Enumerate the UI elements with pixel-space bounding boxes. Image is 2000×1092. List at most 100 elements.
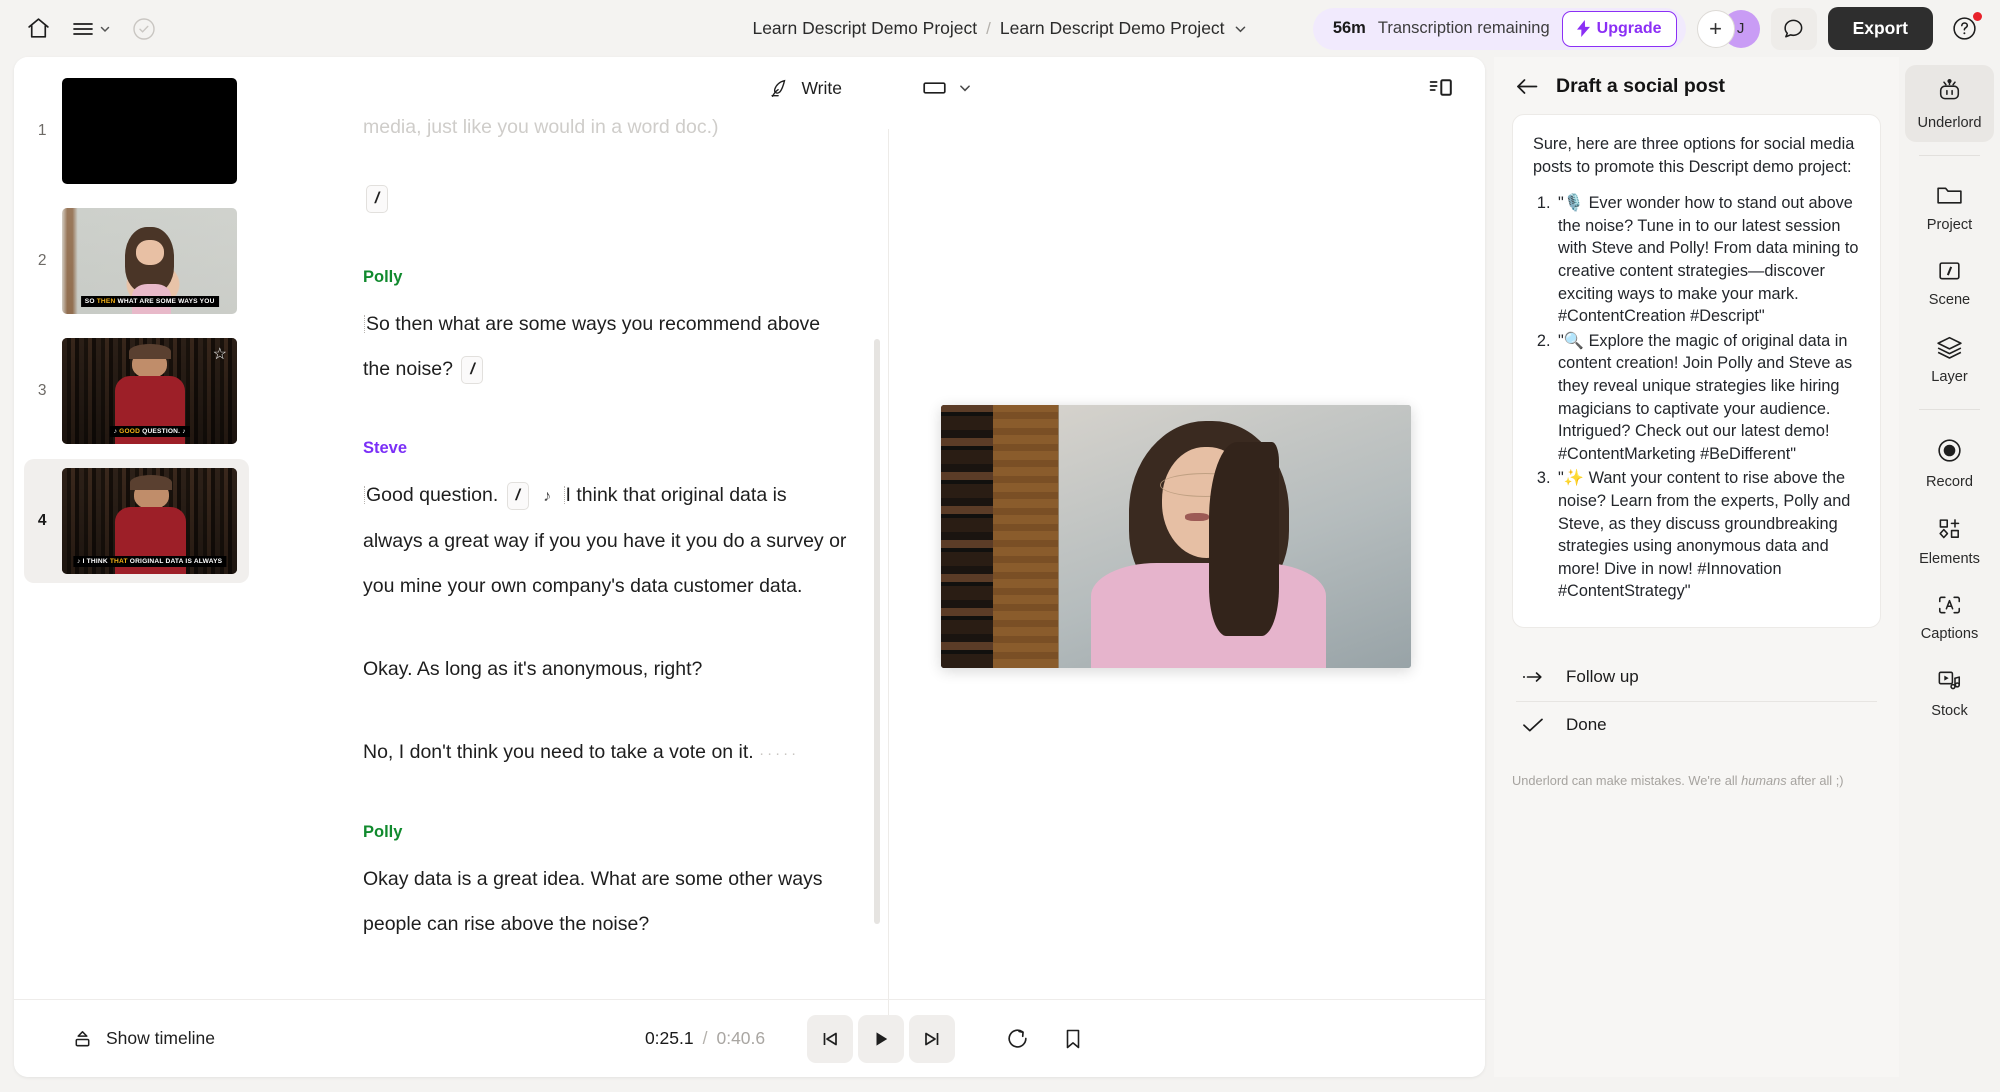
list-item[interactable]: 2 SO THEN WHAT ARE SOME WAYS YOU xyxy=(24,199,249,323)
transcript-editor[interactable]: Write media, just like you would in a wo… xyxy=(257,57,889,1077)
sidebar-item-underlord[interactable]: Underlord xyxy=(1905,65,1994,142)
transcript-body[interactable]: media, just like you would in a word doc… xyxy=(257,105,889,947)
sidebar-item-captions[interactable]: Captions xyxy=(1905,580,1994,653)
write-button[interactable]: Write xyxy=(756,70,854,106)
top-bar: Learn Descript Demo Project / Learn Desc… xyxy=(0,0,2000,57)
arrow-follow-up-icon xyxy=(1522,670,1544,684)
layers-icon xyxy=(1935,334,1964,360)
video-preview[interactable] xyxy=(941,405,1411,668)
sidebar-item-label: Stock xyxy=(1931,703,1968,719)
bookmark-icon[interactable] xyxy=(1056,1021,1090,1057)
transcript-paragraph[interactable]: No, I don't think you need to take a vot… xyxy=(363,730,849,776)
scene-slash-icon xyxy=(1935,259,1964,283)
aspect-ratio-selector[interactable] xyxy=(915,74,980,102)
follow-up-button[interactable]: Follow up xyxy=(1512,654,1881,701)
list-item[interactable]: 4 ♪ I THINK THAT ORIGINAL DATA IS ALWAYS xyxy=(24,459,249,583)
breadcrumb: Learn Descript Demo Project / Learn Desc… xyxy=(752,18,1247,39)
sidebar-item-layer[interactable]: Layer xyxy=(1905,321,1994,396)
timeline-expand-icon xyxy=(72,1029,93,1049)
divider xyxy=(1919,409,1980,410)
thumbnail-image[interactable] xyxy=(62,78,237,184)
captions-a-icon xyxy=(1935,593,1964,617)
speaker-label[interactable]: Steve xyxy=(363,426,849,471)
breadcrumb-project[interactable]: Learn Descript Demo Project xyxy=(752,18,977,39)
upgrade-button[interactable]: Upgrade xyxy=(1561,10,1677,47)
scene-thumbnail-strip[interactable]: 1 2 SO THEN WHAT ARE SOME WAYS YOU 3 ☆ ♪… xyxy=(14,57,257,1077)
scene-chip[interactable]: / xyxy=(506,481,529,510)
descript-editor-window: Learn Descript Demo Project / Learn Desc… xyxy=(0,0,2000,1092)
help-button[interactable] xyxy=(1944,9,1984,49)
ai-intro-text: Sure, here are three options for social … xyxy=(1533,135,1855,176)
arrow-left-icon[interactable] xyxy=(1516,78,1538,95)
transcript-scrollbar[interactable] xyxy=(874,339,880,924)
list-item: "✨ Want your content to rise above the n… xyxy=(1555,467,1860,603)
transcript-paragraph[interactable]: So then what are some ways you recommend… xyxy=(363,302,849,392)
record-circle-icon xyxy=(1935,436,1964,465)
transcript-text: Okay. As long as it's anonymous, right? xyxy=(363,658,703,680)
thumbnail-image[interactable]: ♪ I THINK THAT ORIGINAL DATA IS ALWAYS xyxy=(62,468,237,574)
list-item: "🔍 Explore the magic of original data in… xyxy=(1555,330,1860,466)
video-canvas-panel xyxy=(889,57,1485,1077)
add-collaborator-button[interactable]: + xyxy=(1696,9,1735,48)
skip-to-start-icon[interactable] xyxy=(807,1014,854,1063)
transcript-text: Okay data is a great idea. What are some… xyxy=(363,868,823,935)
scene-chip[interactable]: / xyxy=(461,355,484,384)
transcript-paragraph[interactable]: Good question. / ♪ I think that original… xyxy=(363,473,849,609)
play-icon[interactable] xyxy=(858,1014,905,1063)
list-item[interactable]: 1 xyxy=(24,69,249,193)
check-circle-icon[interactable] xyxy=(124,9,164,49)
thumbnail-image[interactable]: ☆ ♪ GOOD QUESTION. ♪ xyxy=(62,338,237,444)
transcript-text: So then what are some ways you recommend… xyxy=(363,313,821,380)
toggle-side-panel-icon[interactable] xyxy=(1423,71,1459,105)
time-display: 0:25.1 / 0:40.6 xyxy=(645,1028,765,1049)
chevron-down-icon xyxy=(100,26,109,32)
sidebar-item-label: Scene xyxy=(1928,292,1971,308)
lightning-bolt-icon xyxy=(1576,20,1590,37)
playback-extras xyxy=(999,1020,1090,1057)
right-tool-rail: Underlord Project Scene Layer Record Ele… xyxy=(1899,57,2000,1077)
skip-to-end-icon[interactable] xyxy=(909,1014,956,1063)
transcript-text: Good question. xyxy=(366,484,499,506)
speaker-label[interactable]: Polly xyxy=(363,255,849,300)
checkmark-icon xyxy=(1522,717,1544,733)
divider xyxy=(1919,155,1980,156)
transcript-text: No, I don't think you need to take a vot… xyxy=(363,741,754,763)
rectangle-16-9-icon xyxy=(923,80,946,96)
sidebar-item-scene[interactable]: Scene xyxy=(1905,246,1994,319)
canvas-toolbar xyxy=(889,57,1485,119)
home-icon[interactable] xyxy=(18,9,58,49)
sidebar-item-record[interactable]: Record xyxy=(1905,423,1994,501)
write-label: Write xyxy=(801,77,842,98)
export-button[interactable]: Export xyxy=(1827,7,1933,50)
sidebar-item-label: Layer xyxy=(1931,369,1968,385)
comment-bubble-icon[interactable] xyxy=(1770,7,1817,50)
star-icon[interactable]: ☆ xyxy=(213,344,227,364)
top-bar-left-controls xyxy=(0,9,164,49)
thumbnail-number: 3 xyxy=(37,382,47,399)
hamburger-menu-icon[interactable] xyxy=(64,9,118,49)
loop-playback-icon[interactable] xyxy=(999,1020,1036,1057)
show-timeline-label: Show timeline xyxy=(106,1028,215,1048)
speaker-label[interactable]: Polly xyxy=(363,810,849,855)
list-item[interactable]: 3 ☆ ♪ GOOD QUESTION. ♪ xyxy=(24,329,249,453)
scene-marker-row[interactable]: / xyxy=(363,176,849,221)
sidebar-item-project[interactable]: Project xyxy=(1905,169,1994,244)
current-time: 0:25.1 xyxy=(644,1028,694,1048)
sidebar-item-elements[interactable]: Elements xyxy=(1905,503,1994,578)
total-time: 0:40.6 xyxy=(716,1028,766,1048)
sidebar-item-stock[interactable]: Stock xyxy=(1905,655,1994,730)
thumbnail-image[interactable]: SO THEN WHAT ARE SOME WAYS YOU xyxy=(62,208,237,314)
chevron-down-icon xyxy=(958,81,972,95)
sidebar-item-label: Elements xyxy=(1919,551,1980,567)
ai-response-card[interactable]: Sure, here are three options for social … xyxy=(1512,114,1881,628)
breadcrumb-separator: / xyxy=(986,18,991,38)
chevron-down-icon[interactable] xyxy=(1234,22,1248,36)
ai-action-list: Follow up Done xyxy=(1512,654,1881,749)
show-timeline-button[interactable]: Show timeline xyxy=(62,1021,225,1056)
transcript-paragraph[interactable]: Okay data is a great idea. What are some… xyxy=(363,857,849,947)
scene-chip[interactable]: / xyxy=(366,184,388,213)
breadcrumb-composition[interactable]: Learn Descript Demo Project xyxy=(1000,18,1225,39)
transcript-paragraph[interactable]: Okay. As long as it's anonymous, right? xyxy=(363,647,849,692)
pause-dots: ····· xyxy=(759,745,800,762)
done-button[interactable]: Done xyxy=(1512,702,1881,749)
